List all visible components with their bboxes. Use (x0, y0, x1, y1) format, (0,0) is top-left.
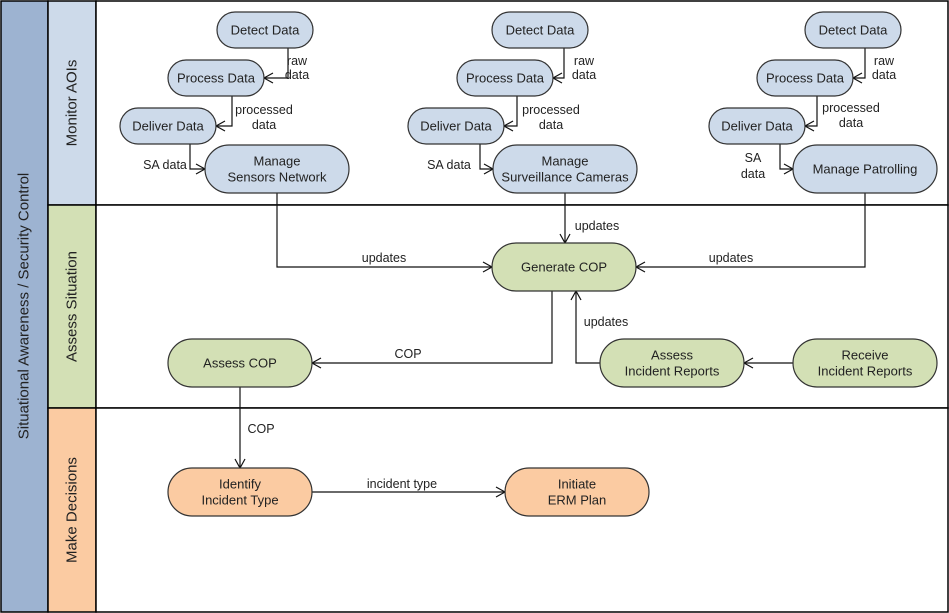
activity-cameras[interactable]: ManageSurveillance Cameras (492, 144, 638, 194)
activity-label: Deliver Data (132, 119, 204, 134)
activity-label: Process Data (466, 71, 545, 86)
activity-label: Assess COP (203, 356, 277, 371)
activity-detect2[interactable]: Detect Data (491, 11, 589, 49)
edge-label: COP (394, 347, 421, 361)
edge-label: processed (522, 103, 580, 117)
activity-label: Manage (254, 154, 301, 169)
activity-assessir[interactable]: AssessIncident Reports (599, 338, 745, 388)
activity-label: Incident Reports (818, 364, 913, 379)
activity-label: Receive (842, 348, 889, 363)
activity-label: ERM Plan (548, 493, 607, 508)
pool-title: Situational Awareness / Security Control (16, 173, 33, 440)
activity-label: Incident Type (201, 493, 278, 508)
edge-label: data (572, 68, 596, 82)
activity-label: Manage (542, 154, 589, 169)
activity-receiveir[interactable]: ReceiveIncident Reports (792, 338, 938, 388)
swimlane-diagram: Situational Awareness / Security Control… (0, 0, 949, 613)
edge-label: updates (709, 251, 753, 265)
edge-label: updates (575, 219, 619, 233)
activity-identify[interactable]: IdentifyIncident Type (167, 467, 313, 517)
activity-label: Deliver Data (721, 119, 793, 134)
activity-label: Sensors Network (228, 170, 327, 185)
lane-label-monitor: Monitor AOIs (64, 60, 81, 147)
activity-deliver2[interactable]: Deliver Data (407, 107, 505, 145)
activity-label: Assess (651, 348, 693, 363)
edge-label: raw (574, 54, 595, 68)
edge-label: data (539, 118, 563, 132)
edge-label: updates (362, 251, 406, 265)
activity-label: Deliver Data (420, 119, 492, 134)
activity-label: Detect Data (819, 23, 888, 38)
activity-label: Process Data (177, 71, 256, 86)
edge-label: processed (822, 101, 880, 115)
activity-assesscop[interactable]: Assess COP (167, 338, 313, 388)
activity-process2[interactable]: Process Data (456, 59, 554, 97)
activity-gencop[interactable]: Generate COP (491, 242, 637, 292)
activity-erm[interactable]: InitiateERM Plan (504, 467, 650, 517)
edge-label: incident type (367, 477, 437, 491)
edge-label: data (252, 118, 276, 132)
edge-label: SA data (143, 158, 187, 172)
activity-label: Surveillance Cameras (501, 170, 629, 185)
activity-detect1[interactable]: Detect Data (216, 11, 314, 49)
edge-label: SA data (427, 158, 471, 172)
edge-label: SA (745, 151, 762, 165)
activity-label: Initiate (558, 477, 596, 492)
edge-label: data (741, 167, 765, 181)
activity-label: Process Data (766, 71, 845, 86)
activity-process3[interactable]: Process Data (756, 59, 854, 97)
activity-label: Detect Data (231, 23, 300, 38)
activity-process1[interactable]: Process Data (167, 59, 265, 97)
activity-sensors[interactable]: ManageSensors Network (204, 144, 350, 194)
edge-label: data (872, 68, 896, 82)
activity-deliver3[interactable]: Deliver Data (708, 107, 806, 145)
activity-detect3[interactable]: Detect Data (804, 11, 902, 49)
edge-label: data (285, 68, 309, 82)
activity-label: Manage Patrolling (813, 162, 918, 177)
activity-deliver1[interactable]: Deliver Data (119, 107, 217, 145)
edge-label: raw (874, 54, 895, 68)
edge-label: COP (247, 422, 274, 436)
activity-label: Detect Data (506, 23, 575, 38)
edge-label: updates (584, 315, 628, 329)
edge-label: processed (235, 103, 293, 117)
lane-label-assess: Assess Situation (64, 251, 81, 362)
edge-label: data (839, 116, 863, 130)
lane-label-decide: Make Decisions (64, 457, 81, 563)
edge-label: raw (287, 54, 308, 68)
activity-label: Identify (219, 477, 261, 492)
activity-label: Generate COP (521, 260, 607, 275)
activity-label: Incident Reports (625, 364, 720, 379)
activity-patrol[interactable]: Manage Patrolling (792, 144, 938, 194)
